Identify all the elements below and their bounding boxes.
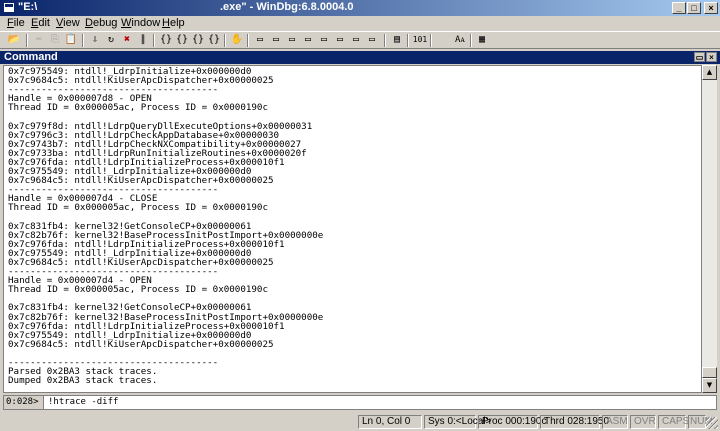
toolbar-separator xyxy=(407,34,409,47)
minimize-button[interactable]: _ xyxy=(672,2,686,14)
toolbar-separator xyxy=(82,34,84,47)
scroll-up-icon[interactable]: ▲ xyxy=(702,65,717,80)
command-output-text: 0x7c975549: ntdll!_LdrpInitialize+0x0000… xyxy=(8,67,323,385)
step-over-icon[interactable]: {} xyxy=(174,33,190,47)
output-scrollbar[interactable]: ▲ ▼ xyxy=(702,65,717,393)
hex-display-icon[interactable]: 101 xyxy=(412,33,428,47)
open-icon[interactable]: 📂 xyxy=(6,33,22,47)
toolbar: 📂 ✂ ⎘ 📋 ⇩ ↻ ✖ ∥ {} {} {} {} ✋ ▭ ▭ ▭ ▭ ▭ … xyxy=(0,31,720,49)
status-sys: Sys 0:<Local> xyxy=(424,415,491,429)
watch-window-icon[interactable]: ▭ xyxy=(268,33,284,47)
status-ovr: OVR xyxy=(630,415,656,429)
status-proc: Proc 000:190c xyxy=(478,415,547,429)
copy-icon[interactable]: ⎘ xyxy=(47,33,63,47)
status-bar: Ln 0, Col 0 Sys 0:<Local> Proc 000:190c … xyxy=(0,413,720,431)
output-line: Thread ID = 0x000005ac, Process ID = 0x0… xyxy=(8,202,268,214)
toolbar-separator xyxy=(26,34,28,47)
scroll-down-icon[interactable]: ▼ xyxy=(702,378,717,393)
pane-menu-icon[interactable]: ▭ xyxy=(694,52,705,62)
toolbar-separator xyxy=(247,34,249,47)
status-ln-col: Ln 0, Col 0 xyxy=(358,415,422,429)
break-icon[interactable]: ∥ xyxy=(135,33,151,47)
command-output[interactable]: 0x7c975549: ntdll!_LdrpInitialize+0x0000… xyxy=(3,65,702,393)
command-prompt: 0:028> xyxy=(4,396,44,409)
step-out-icon[interactable]: {} xyxy=(190,33,206,47)
output-line: Thread ID = 0x000005ac, Process ID = 0x0… xyxy=(8,284,268,296)
toolbar-separator xyxy=(470,34,472,47)
title-bar: "E:\ .exe" - WinDbg:6.8.0004.0 _ □ × xyxy=(0,0,720,16)
go-icon[interactable]: ⇩ xyxy=(87,33,103,47)
toolbar-separator xyxy=(153,34,155,47)
menu-help[interactable]: Help xyxy=(162,17,185,29)
menu-window[interactable]: Window xyxy=(121,17,160,29)
menu-debug[interactable]: Debug xyxy=(85,17,117,29)
restart-icon[interactable]: ↻ xyxy=(103,33,119,47)
scroll-thumb[interactable] xyxy=(702,367,717,378)
locals-window-icon[interactable]: ▭ xyxy=(284,33,300,47)
registers-window-icon[interactable]: ▭ xyxy=(300,33,316,47)
command-window-icon[interactable]: ▭ xyxy=(252,33,268,47)
command-line: 0:028> xyxy=(3,395,717,410)
output-line: Dumped 0x2BA3 stack traces. xyxy=(8,375,158,387)
stop-debugging-icon[interactable]: ✖ xyxy=(119,33,135,47)
toolbar-separator xyxy=(224,34,226,47)
status-thrd: Thrd 028:1950 xyxy=(540,415,609,429)
menu-view[interactable]: View xyxy=(56,17,80,29)
status-asm: ASM xyxy=(602,415,628,429)
pane-close-icon[interactable]: × xyxy=(706,52,717,62)
windbg-app-icon[interactable] xyxy=(3,2,15,13)
options-icon[interactable]: ▦ xyxy=(474,33,490,47)
source-mode-icon[interactable]: ▤ xyxy=(389,33,405,47)
status-num: NUM xyxy=(688,415,713,429)
scratch-pad-icon[interactable]: ▭ xyxy=(364,33,380,47)
toolbar-separator xyxy=(430,34,432,47)
cut-icon[interactable]: ✂ xyxy=(31,33,47,47)
command-input[interactable] xyxy=(46,396,710,409)
output-line: 0x7c9684c5: ntdll!KiUserApcDispatcher+0x… xyxy=(8,338,274,350)
menu-file[interactable]: File xyxy=(7,17,25,29)
maximize-button[interactable]: □ xyxy=(687,2,701,14)
step-into-icon[interactable]: {} xyxy=(158,33,174,47)
output-line: Thread ID = 0x000005ac, Process ID = 0x0… xyxy=(8,102,268,114)
command-pane-title: Command xyxy=(4,51,58,63)
window-title-right: .exe" - WinDbg:6.8.0004.0 xyxy=(220,1,354,13)
close-button[interactable]: × xyxy=(704,2,718,14)
run-to-cursor-icon[interactable]: {} xyxy=(206,33,222,47)
command-pane-header: Command ▭ × xyxy=(0,51,720,64)
toolbar-separator xyxy=(384,34,386,47)
paste-icon[interactable]: 📋 xyxy=(63,33,79,47)
call-stack-icon[interactable]: ▭ xyxy=(332,33,348,47)
menu-bar: File Edit View Debug Window Help xyxy=(0,16,720,31)
status-caps: CAPS xyxy=(658,415,689,429)
disassembly-icon[interactable]: ▭ xyxy=(348,33,364,47)
memory-window-icon[interactable]: ▭ xyxy=(316,33,332,47)
menu-edit[interactable]: Edit xyxy=(31,17,50,29)
window-title-left: "E:\ xyxy=(18,1,38,13)
hand-icon[interactable]: ✋ xyxy=(229,33,245,47)
font-icon[interactable]: Aᴀ xyxy=(452,33,468,47)
resize-grip-icon[interactable] xyxy=(706,417,718,429)
